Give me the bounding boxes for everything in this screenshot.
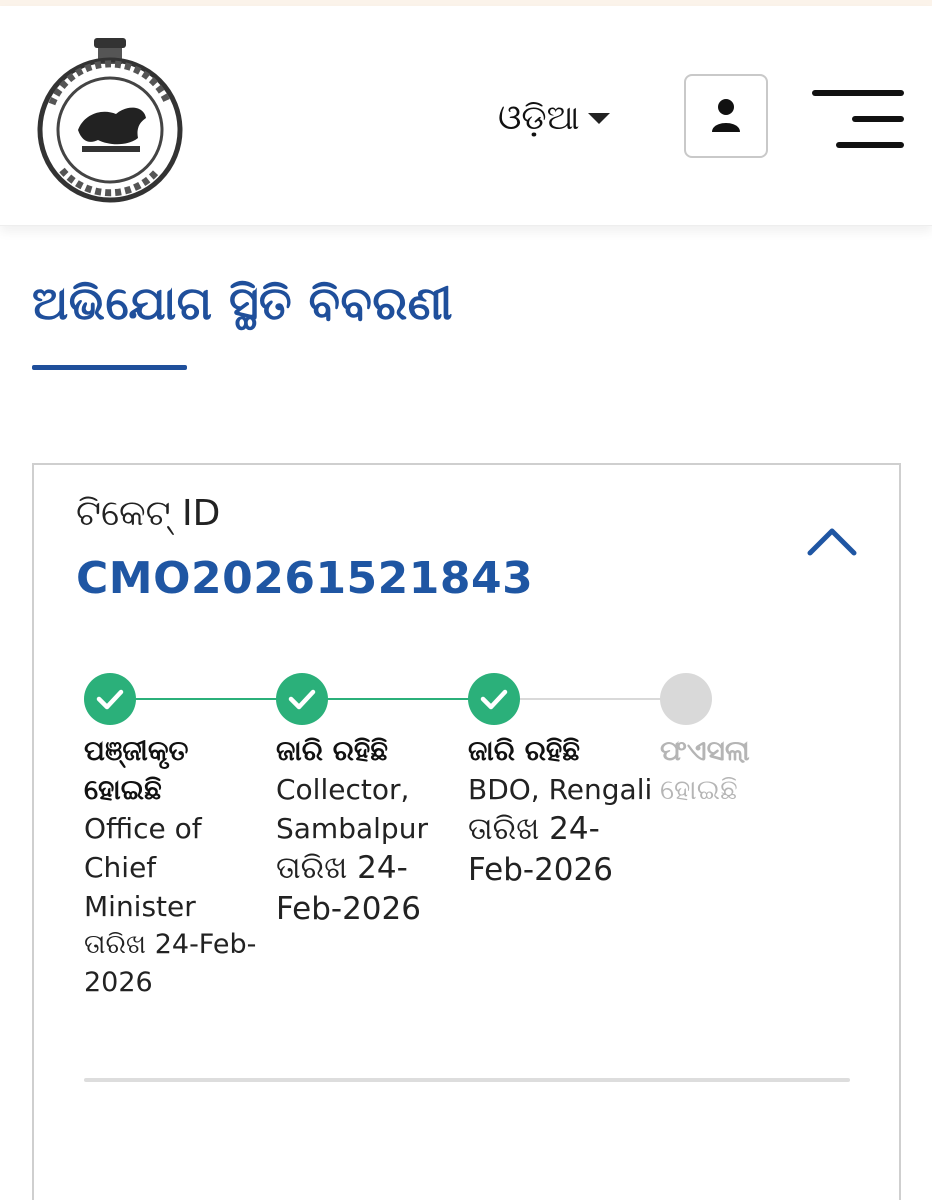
check-icon — [96, 689, 124, 710]
progress-line-2 — [302, 698, 494, 700]
user-icon — [712, 99, 740, 132]
step-date: ତାରିଖ 24-Feb-2026 — [276, 850, 421, 927]
menu-line — [812, 90, 904, 96]
odisha-emblem-logo[interactable] — [32, 34, 188, 204]
menu-line — [836, 142, 904, 148]
step-date: ତାରିଖ 24-Feb-2026 — [84, 929, 257, 998]
step-title: ପଞ୍ଜୀକୃତ ହୋଇଛି — [84, 734, 189, 806]
step-1: ପଞ୍ଜୀକୃତ ହୋଇଛି Office of Chief Minister … — [84, 731, 274, 1002]
step-4: ଫଏସଲା ହୋଇଛି — [660, 731, 810, 809]
step-pending-4 — [660, 673, 712, 725]
step-title: ଜାରି ରହିଛି — [468, 734, 581, 767]
step-office: BDO, Rengali — [468, 773, 653, 806]
menu-line — [852, 116, 904, 122]
page-title: ଅଭିଯୋଗ ସ୍ଥିତି ବିବରଣୀ — [32, 276, 454, 330]
step-office: ହୋଇଛି — [660, 773, 738, 806]
caret-down-icon — [587, 112, 610, 124]
step-title: ଜାରି ରହିଛି — [276, 734, 389, 767]
step-office: Collector, Sambalpur — [276, 773, 428, 845]
step-office: Office of Chief Minister — [84, 812, 202, 923]
site-header: ଓଡ଼ିଆ — [0, 6, 932, 226]
step-3: ଜାରି ରହିଛି BDO, Rengali ତାରିଖ 24-Feb-202… — [468, 731, 658, 891]
ticket-id-label: ଟିକେଟ୍ ID — [76, 493, 221, 534]
step-check-1 — [84, 673, 136, 725]
user-button[interactable] — [684, 74, 768, 158]
step-check-3 — [468, 673, 520, 725]
ticket-card: ଟିକେଟ୍ ID CMO20261521843 ପଞ୍ଜୀକୃତ ହୋଇଛି … — [32, 463, 901, 1200]
title-underline — [32, 365, 187, 370]
step-date: ତାରିଖ 24-Feb-2026 — [468, 811, 613, 888]
language-selector[interactable]: ଓଡ଼ିଆ — [498, 98, 610, 138]
chevron-up-icon[interactable] — [804, 521, 860, 561]
hamburger-menu-button[interactable] — [808, 86, 904, 156]
step-check-2 — [276, 673, 328, 725]
card-divider — [84, 1078, 850, 1082]
progress-line-3 — [494, 698, 686, 700]
progress-line-1 — [110, 698, 302, 700]
language-label: ଓଡ଼ିଆ — [498, 98, 580, 138]
ticket-id-value: CMO20261521843 — [76, 553, 534, 604]
check-icon — [480, 689, 508, 710]
step-2: ଜାରି ରହିଛି Collector, Sambalpur ତାରିଖ 24… — [276, 731, 466, 930]
step-title: ଫଏସଲା — [660, 734, 750, 767]
check-icon — [288, 689, 316, 710]
